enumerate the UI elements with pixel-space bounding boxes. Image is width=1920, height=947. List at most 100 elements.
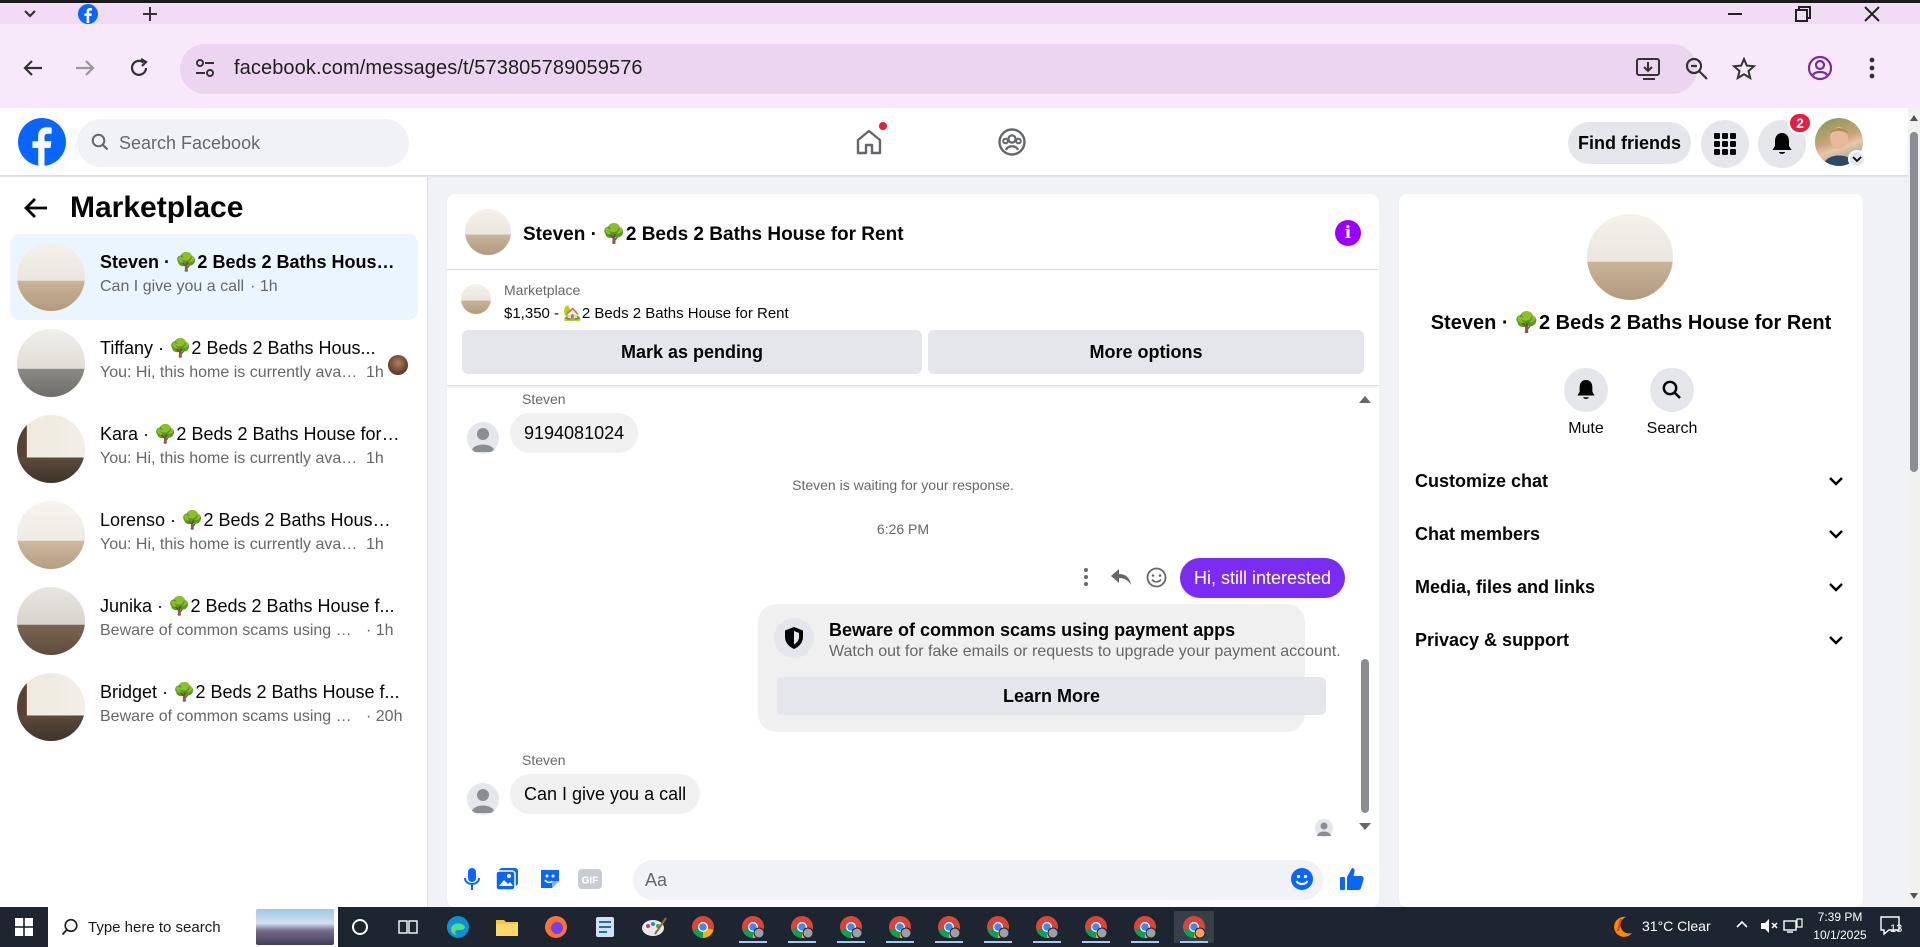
chrome-profile-icon[interactable] [1125, 911, 1165, 943]
page-scrollbar-thumb[interactable] [1910, 132, 1918, 472]
react-emoji-icon[interactable] [1146, 567, 1167, 588]
chat-details-avatar[interactable] [1587, 214, 1673, 300]
sender-avatar[interactable] [467, 422, 499, 454]
sticker-icon[interactable] [535, 864, 565, 894]
windows-start-icon[interactable] [0, 907, 48, 947]
app-icon[interactable] [585, 911, 625, 943]
outgoing-message-bubble[interactable]: Hi, still interested [1180, 558, 1346, 598]
conversation-item[interactable]: Steven · 🌳2 Beds 2 Baths House f... Can … [10, 234, 418, 320]
emoji-icon[interactable] [1287, 864, 1317, 894]
find-friends-button[interactable]: Find friends [1568, 122, 1691, 164]
volume-muted-icon[interactable] [1760, 918, 1778, 934]
chrome-icon[interactable] [683, 911, 723, 943]
scroll-up-arrow-icon[interactable] [1358, 394, 1372, 404]
forward-icon[interactable] [65, 48, 105, 88]
message-bubble[interactable]: Can I give you a call [510, 774, 701, 814]
back-icon[interactable] [13, 48, 53, 88]
scam-warning-card: Beware of common scams using payment app… [758, 604, 1341, 732]
page-scrollbar[interactable] [1908, 108, 1920, 907]
paint-icon[interactable] [634, 911, 674, 943]
chrome-profile-icon[interactable] [929, 911, 969, 943]
groups-nav-icon[interactable] [990, 120, 1034, 164]
network-icon[interactable] [1783, 918, 1803, 934]
scroll-down-arrow-icon[interactable] [1358, 822, 1372, 832]
file-explorer-icon[interactable] [487, 911, 527, 943]
customize-chat-row[interactable]: Customize chat [1415, 458, 1847, 504]
media-files-links-row[interactable]: Media, files and links [1415, 564, 1847, 610]
microphone-icon[interactable] [457, 864, 487, 894]
zoom-icon[interactable] [1685, 57, 1709, 81]
mute-button[interactable]: Mute [1546, 368, 1626, 438]
clock-time[interactable]: 7:39 PM [1812, 910, 1868, 924]
message-scrollbar-thumb[interactable] [1361, 659, 1369, 813]
photo-icon[interactable] [492, 864, 522, 894]
restore-icon[interactable] [1788, 3, 1818, 24]
edge-icon[interactable] [438, 911, 478, 943]
close-window-icon[interactable] [1857, 3, 1887, 24]
weather-icon[interactable] [1610, 915, 1634, 939]
chrome-profile-icon[interactable] [831, 911, 871, 943]
install-app-icon[interactable] [1636, 57, 1662, 81]
chrome-profile-icon[interactable] [978, 911, 1018, 943]
back-arrow-icon[interactable] [24, 197, 48, 219]
message-bubble[interactable]: 9194081024 [510, 413, 639, 453]
chrome-profile-icon[interactable] [1027, 911, 1067, 943]
conversation-item[interactable]: Bridget · 🌳2 Beds 2 Baths House f... Bew… [10, 664, 418, 750]
firefox-icon[interactable] [536, 911, 576, 943]
conversation-item[interactable]: Junika · 🌳2 Beds 2 Baths House f... Bewa… [10, 578, 418, 664]
minimize-icon[interactable] [1720, 3, 1750, 24]
learn-more-button[interactable]: Learn More [777, 677, 1326, 715]
message-input[interactable] [633, 860, 1323, 900]
chat-avatar[interactable] [465, 209, 511, 255]
more-options-button[interactable]: More options [928, 330, 1364, 374]
chrome-profile-icon[interactable] [733, 911, 773, 943]
site-settings-icon[interactable] [194, 57, 216, 79]
notification-center-icon[interactable]: 13 [1880, 916, 1902, 938]
chevron-down-icon [1829, 529, 1843, 539]
conversation-item[interactable]: Kara · 🌳2 Beds 2 Baths House for ... You… [10, 406, 418, 492]
facebook-search[interactable]: Search Facebook [77, 119, 409, 167]
menu-grid-icon[interactable] [1701, 120, 1749, 168]
profile-icon[interactable] [1800, 48, 1840, 88]
message-sender: Steven [522, 391, 566, 407]
browser-menu-icon[interactable] [1852, 48, 1892, 88]
chrome-profile-icon[interactable] [1076, 911, 1116, 943]
cortana-icon[interactable] [340, 911, 380, 943]
conversation-item[interactable]: Lorenso · 🌳2 Beds 2 Baths House ... You:… [10, 492, 418, 578]
chrome-active-profile-icon[interactable] [1174, 911, 1214, 943]
mark-as-pending-button[interactable]: Mark as pending [462, 330, 922, 374]
facebook-logo-icon[interactable] [18, 118, 66, 166]
conversation-item[interactable]: Tiffany · 🌳2 Beds 2 Baths Hous... You: H… [10, 320, 418, 406]
gif-icon[interactable]: GIF [575, 864, 605, 894]
taskbar-search[interactable]: Type here to search [48, 907, 338, 947]
more-actions-icon[interactable] [1083, 567, 1089, 587]
reload-icon[interactable] [119, 48, 159, 88]
tray-chevron-up-icon[interactable] [1736, 920, 1748, 928]
weather-text[interactable]: 31°C Clear [1642, 918, 1711, 934]
chat-members-row[interactable]: Chat members [1415, 511, 1847, 557]
url-text[interactable]: facebook.com/messages/t/573805789059576 [234, 57, 643, 80]
bookmark-star-icon[interactable] [1732, 57, 1756, 81]
reply-icon[interactable] [1110, 568, 1132, 586]
account-chevron-icon[interactable] [1848, 150, 1866, 168]
chrome-profile-icon[interactable] [880, 911, 920, 943]
thumbs-up-icon[interactable] [1337, 864, 1367, 894]
clock-date[interactable]: 10/1/2025 [1812, 928, 1868, 942]
search-in-chat-button[interactable]: Search [1632, 368, 1712, 438]
new-tab-icon[interactable] [138, 3, 162, 24]
home-nav-icon[interactable] [847, 120, 891, 164]
facebook-tab-icon[interactable] [76, 3, 100, 24]
chrome-profile-icon[interactable] [782, 911, 822, 943]
listing-price[interactable]: $1,350 - 🏡2 Beds 2 Baths House for Rent [504, 304, 789, 322]
chat-title[interactable]: Steven · 🌳2 Beds 2 Baths House for Rent [523, 222, 904, 246]
info-icon[interactable]: i [1335, 220, 1361, 246]
marketplace-sidebar: Marketplace Steven · 🌳2 Beds 2 Baths Hou… [0, 177, 428, 907]
task-view-icon[interactable] [388, 911, 428, 943]
search-highlight-image [256, 909, 334, 945]
address-bar[interactable]: facebook.com/messages/t/573805789059576 [180, 44, 1756, 94]
privacy-support-row[interactable]: Privacy & support [1415, 617, 1847, 663]
tab-list-chevron-icon[interactable] [18, 3, 42, 24]
listing-thumbnail[interactable] [461, 284, 491, 314]
sender-avatar[interactable] [467, 783, 499, 815]
notification-badge: 2 [1788, 112, 1812, 134]
